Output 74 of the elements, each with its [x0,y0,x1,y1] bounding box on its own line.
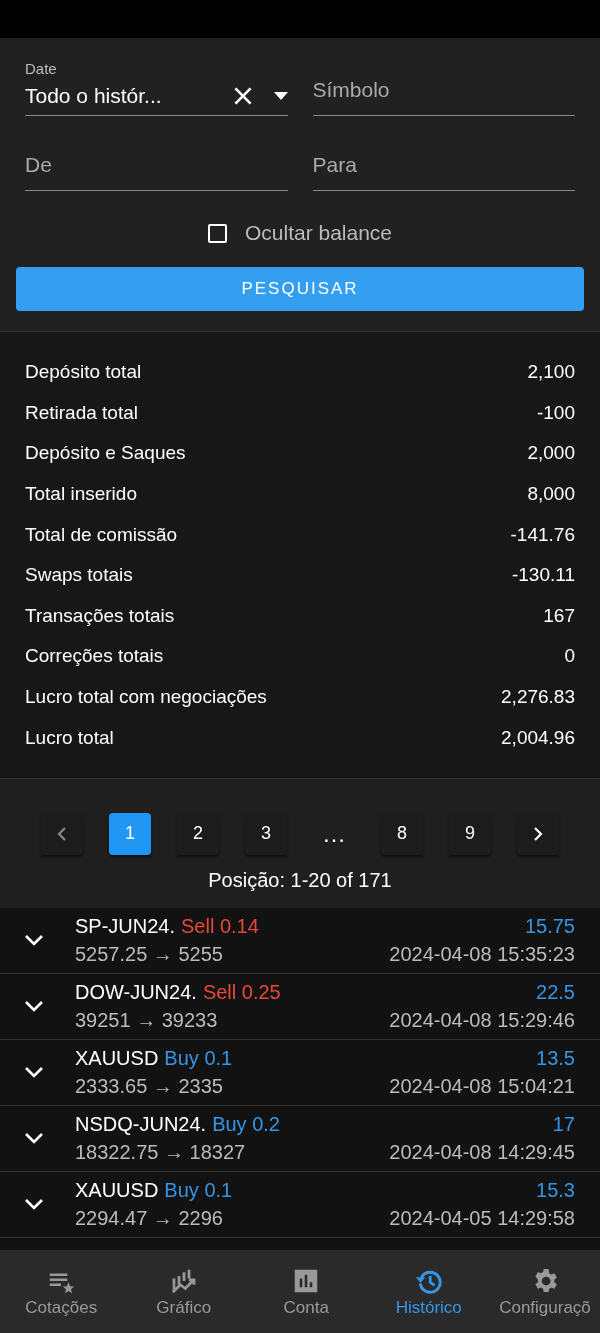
summary-value: 2,000 [527,442,575,465]
summary-value: 0 [564,645,575,668]
checkbox[interactable] [207,223,227,243]
summary-label: Transações totais [25,604,175,627]
next-page-button[interactable] [517,812,559,855]
nav-tab[interactable]: Cotações [0,1250,123,1333]
chevron-right-icon [533,825,543,842]
trade-order: Sell 0.25 [202,980,281,1004]
trade-time: 2024-04-08 15:35:23 [389,942,575,966]
trade-order: Sell 0.14 [181,914,259,938]
trade-time: 2024-04-05 14:29:58 [389,1206,575,1230]
to-date-field[interactable]: Para [312,146,575,191]
page-button[interactable]: 9 [449,812,491,855]
hide-balance-label: Ocultar balance [244,221,393,245]
from-date-field[interactable]: De [25,146,288,191]
search-button[interactable]: PESQUISAR [16,267,584,311]
chevron-left-icon [57,825,67,842]
trade-prices: 2333.65 → 2335 [75,1074,223,1098]
summary-label: Swaps totais [25,564,133,587]
summary-label: Total inserido [25,483,137,506]
summary-value: -100 [536,401,575,424]
page-button[interactable]: 2 [177,812,219,855]
page-button[interactable]: 1 [109,812,151,855]
summary-value: 167 [543,604,575,627]
summary-value: 8,000 [527,483,575,506]
nav-tab[interactable]: Conta [245,1250,368,1333]
trade-profit: 15.75 [524,914,575,938]
position-text: Posição: 1-20 of 171 [207,868,393,892]
trade-symbol: NSDQ-JUN24. [75,1112,207,1136]
trade-profit: 22.5 [536,980,575,1004]
trade-prices: 18322.75 → 18327 [75,1140,246,1164]
symbol-field[interactable]: Símbolo [312,71,575,116]
trade-symbol: DOW-JUN24. [75,980,197,1004]
trade-profit: 13.5 [536,1046,575,1070]
expand-icon[interactable] [24,1000,44,1013]
summary-label: Depósito e Saques [25,442,186,465]
summary-value: -130.11 [511,564,575,587]
page-button[interactable]: 8 [381,812,423,855]
trade-prices: 39251 → 39233 [75,1008,218,1032]
nav-tab[interactable]: Histórico [367,1250,490,1333]
nav-tab[interactable]: Gráfico [122,1250,245,1333]
trade-profit: 17 [552,1112,575,1136]
trade-symbol: XAUUSD [75,1046,159,1070]
date-label: Date [25,60,58,77]
page-button[interactable]: 3 [245,812,287,855]
trade-prices: 2294.47 → 2296 [75,1206,223,1230]
trade-time: 2024-04-08 15:29:46 [389,1008,575,1032]
nav-tab[interactable]: Configuraçõ [490,1250,600,1333]
ellipsis: … [321,819,347,848]
summary-label: Depósito total [25,361,142,384]
trade-prices: 5257.25 → 5255 [75,942,223,966]
summary-value: 2,004.96 [501,726,575,749]
expand-icon[interactable] [24,934,44,947]
trade-order: Buy 0.1 [164,1178,233,1202]
summary-value: 2,276.83 [501,686,575,709]
trade-symbol: SP-JUN24. [75,914,176,938]
trade-order: Buy 0.1 [164,1046,233,1070]
summary-label: Retirada total [25,401,138,424]
trade-time: 2024-04-08 15:04:21 [389,1074,575,1098]
expand-icon[interactable] [24,1198,44,1211]
summary-value: 2,100 [527,361,575,384]
summary-label: Total de comissão [25,523,178,546]
trade-profit: 15.3 [536,1178,575,1202]
expand-icon[interactable] [24,1066,44,1079]
summary-value: -141.76 [510,523,575,546]
summary-label: Correções totais [25,645,164,668]
summary-label: Lucro total com negociações [25,686,267,709]
summary-label: Lucro total [25,726,114,749]
date-select[interactable]: Date Todo o histór... [25,60,288,116]
trade-symbol: XAUUSD [75,1178,159,1202]
trade-time: 2024-04-08 14:29:45 [389,1140,575,1164]
trade-order: Buy 0.2 [212,1112,280,1136]
expand-icon[interactable] [24,1132,44,1145]
dropdown-icon[interactable] [273,92,288,100]
